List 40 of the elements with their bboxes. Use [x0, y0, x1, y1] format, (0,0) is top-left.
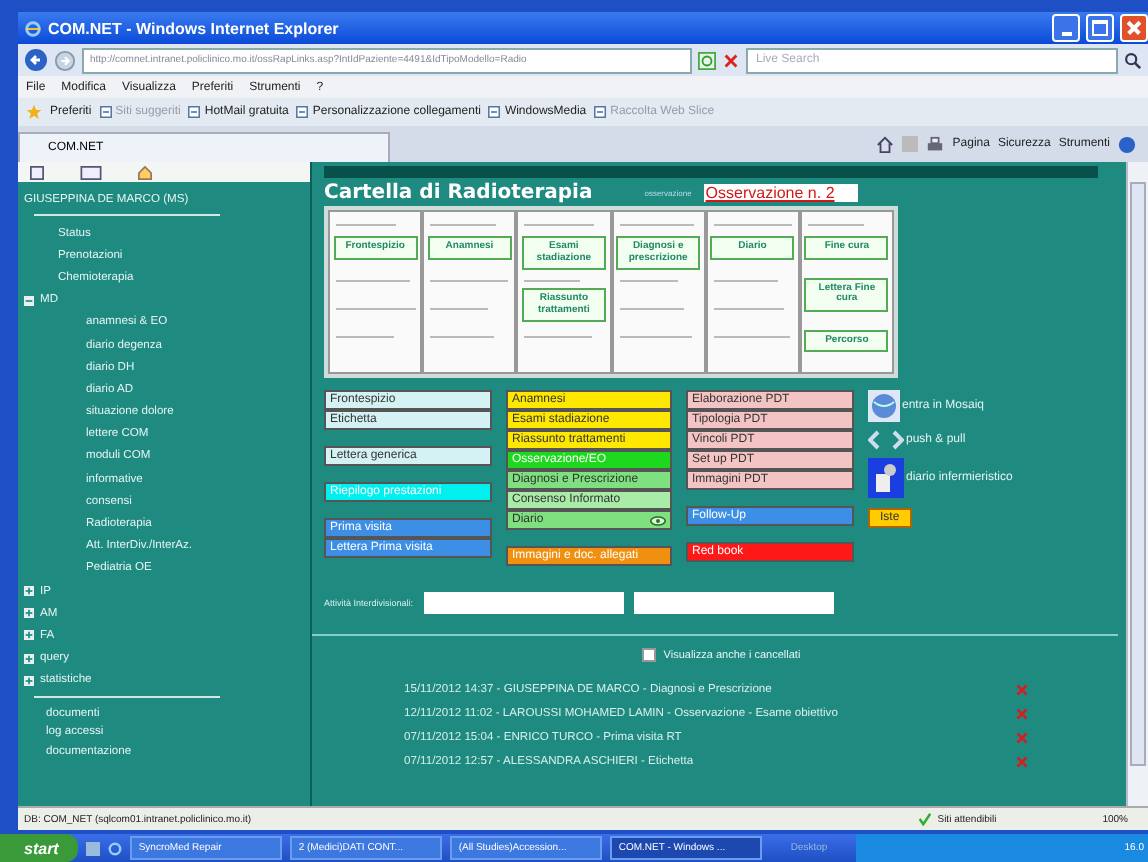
printer-icon[interactable]	[926, 135, 945, 153]
collapse-icon[interactable]	[24, 295, 34, 306]
expand-icon[interactable]	[24, 630, 34, 641]
expand-icon[interactable]	[24, 586, 34, 597]
input-field[interactable]	[633, 592, 834, 614]
nurse-icon[interactable]	[868, 458, 904, 498]
document-icon[interactable]	[30, 165, 44, 179]
forward-button[interactable]	[54, 49, 76, 71]
star-icon	[26, 104, 42, 120]
page-icon	[188, 106, 201, 118]
ie-icon	[24, 19, 42, 37]
desktop-icon[interactable]	[86, 841, 101, 855]
input-field[interactable]	[423, 592, 624, 614]
page-icon	[488, 106, 501, 118]
stop-icon[interactable]	[722, 51, 740, 69]
observation-dropdown[interactable]: Osservazione n. 2	[703, 184, 859, 202]
maximize-button[interactable]	[1086, 14, 1114, 42]
page-icon	[99, 106, 112, 118]
check-icon	[917, 812, 932, 826]
refresh-icon[interactable]	[698, 51, 716, 69]
home-icon[interactable]	[876, 135, 895, 153]
globe-icon[interactable]	[868, 390, 900, 422]
expand-icon[interactable]	[24, 675, 34, 686]
ie-icon[interactable]	[108, 841, 123, 855]
back-button[interactable]	[24, 48, 48, 72]
card-icon[interactable]	[80, 165, 102, 179]
checkbox[interactable]	[641, 648, 656, 662]
expand-icon[interactable]	[24, 653, 34, 664]
sync-arrows-icon[interactable]	[868, 428, 904, 452]
start-button[interactable]: start	[0, 834, 79, 862]
close-button[interactable]	[1120, 14, 1148, 42]
expand-icon[interactable]	[24, 608, 34, 619]
scrollbar[interactable]	[1126, 162, 1148, 806]
page-title: Cartella di Radioterapia	[324, 182, 593, 204]
window-title: COM.NET - Windows Internet Explorer	[48, 19, 339, 37]
minimize-button[interactable]	[1052, 14, 1080, 42]
search-icon[interactable]	[1124, 51, 1142, 69]
page-icon	[594, 106, 607, 118]
page-icon	[296, 106, 309, 118]
help-icon[interactable]	[1118, 135, 1136, 153]
